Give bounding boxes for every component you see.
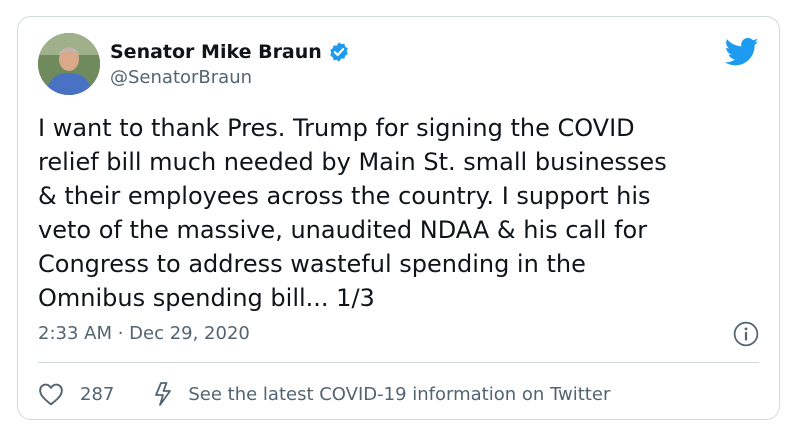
tweet-text-line: I want to thank Pres. Trump for signing … bbox=[38, 114, 635, 142]
tweet-text-line: Congress to address wasteful spending in… bbox=[38, 250, 586, 278]
author-handle[interactable]: @SenatorBraun bbox=[110, 67, 252, 88]
author-display-name[interactable]: Senator Mike Braun bbox=[110, 41, 322, 63]
twitter-bird-icon[interactable] bbox=[725, 37, 759, 67]
like-count[interactable]: 287 bbox=[80, 384, 114, 405]
tweet-card: Senator Mike Braun @SenatorBraun I want … bbox=[17, 16, 780, 420]
info-icon[interactable] bbox=[733, 321, 759, 347]
verified-badge-icon bbox=[330, 42, 348, 62]
author-name-row[interactable]: Senator Mike Braun bbox=[110, 39, 350, 65]
tweet-text-line: & their employees across the country. I … bbox=[38, 182, 651, 210]
covid-info-link[interactable]: See the latest COVID-19 information on T… bbox=[188, 384, 610, 405]
tweet-text-line: veto of the massive, unaudited NDAA & hi… bbox=[38, 216, 648, 244]
tweet-text-line: relief bill much needed by Main St. smal… bbox=[38, 148, 667, 176]
bolt-icon[interactable] bbox=[152, 381, 174, 407]
tweet-timestamp[interactable]: 2:33 AM · Dec 29, 2020 bbox=[38, 323, 250, 344]
tweet-text: I want to thank Pres. Trump for signing … bbox=[38, 111, 758, 315]
divider bbox=[38, 362, 759, 363]
avatar[interactable] bbox=[38, 33, 100, 95]
action-row: 287 See the latest COVID-19 information … bbox=[38, 379, 610, 409]
tweet-text-line: Omnibus spending bill... 1/3 bbox=[38, 284, 375, 312]
heart-icon[interactable] bbox=[38, 382, 64, 406]
